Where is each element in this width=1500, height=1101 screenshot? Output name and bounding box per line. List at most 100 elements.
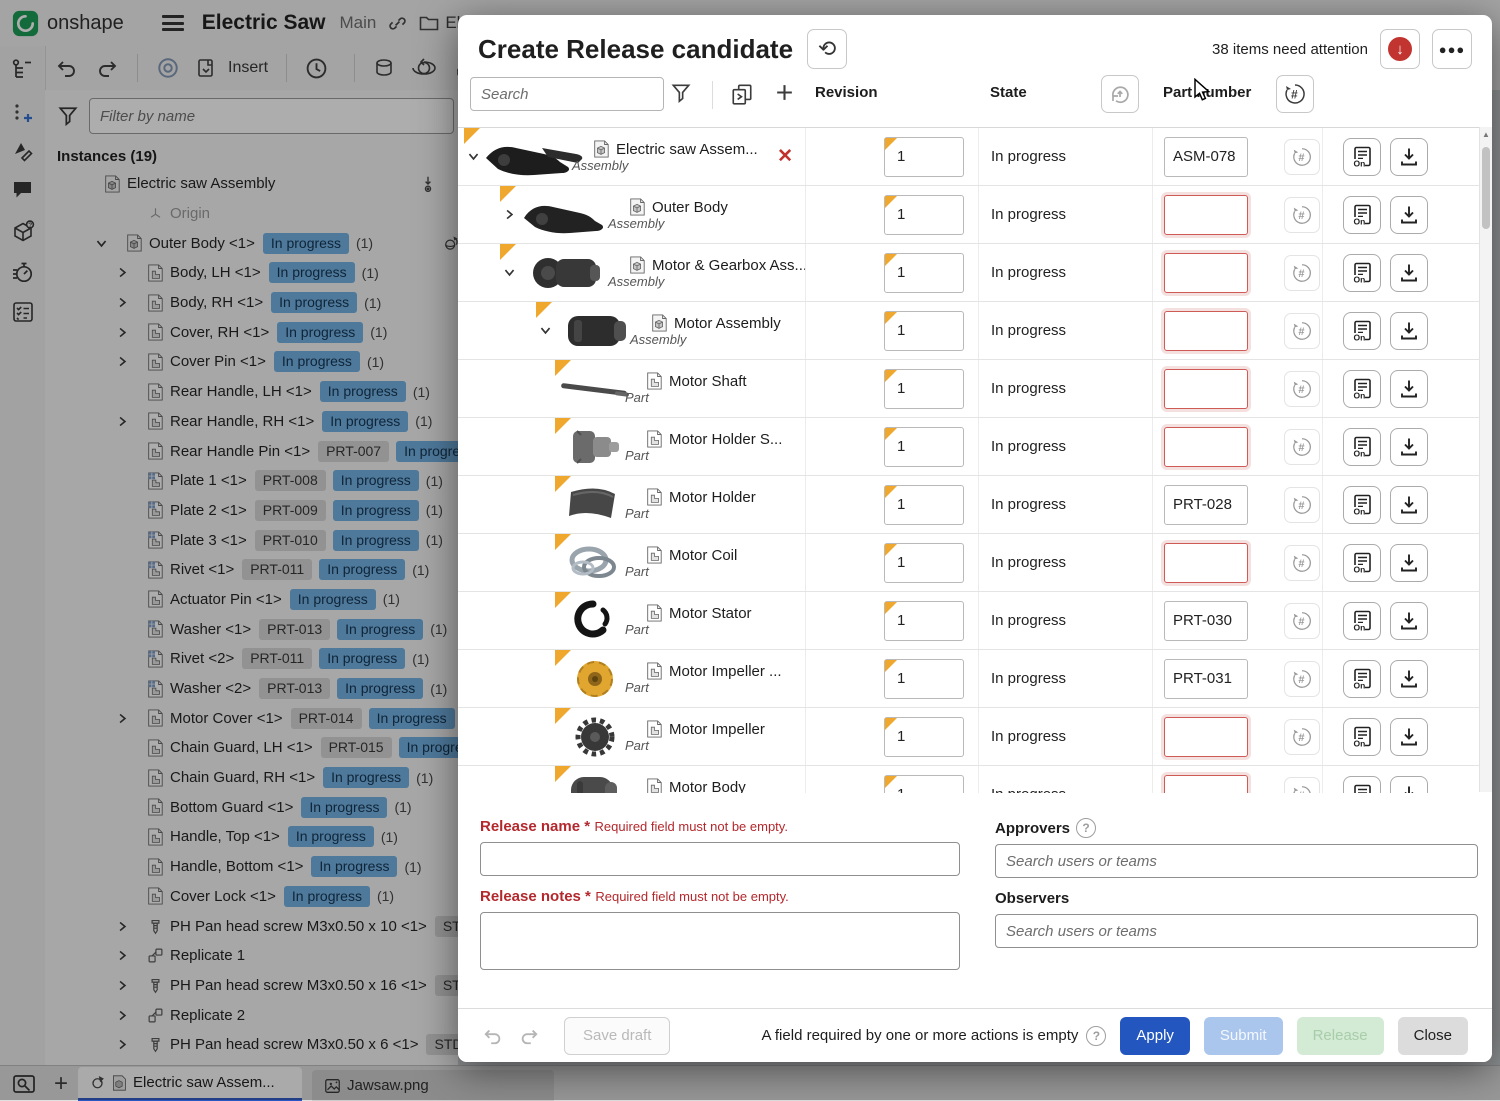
- export-icon[interactable]: [1390, 544, 1428, 582]
- row-expand-icon[interactable]: [464, 150, 482, 163]
- export-icon[interactable]: [1390, 718, 1428, 756]
- release-row[interactable]: Motor ImpellerPart1In progress#On: [458, 708, 1492, 766]
- more-options-icon[interactable]: ●●●: [1432, 29, 1472, 69]
- properties-icon[interactable]: On: [1343, 138, 1381, 176]
- part-number-input[interactable]: [1164, 543, 1248, 583]
- export-icon[interactable]: [1390, 312, 1428, 350]
- revision-input[interactable]: 1: [884, 369, 964, 409]
- revision-input[interactable]: 1: [884, 137, 964, 177]
- export-icon[interactable]: [1390, 370, 1428, 408]
- scrollbar-thumb[interactable]: [1482, 147, 1490, 229]
- properties-icon[interactable]: On: [1343, 196, 1381, 234]
- table-scrollbar[interactable]: ▲: [1479, 127, 1492, 792]
- release-row[interactable]: Electric saw Assem...Assembly✕1In progre…: [458, 128, 1492, 186]
- apply-button[interactable]: Apply: [1120, 1017, 1190, 1055]
- properties-icon[interactable]: On: [1343, 544, 1381, 582]
- autonumber-icon[interactable]: #: [1284, 197, 1320, 233]
- error-jump-button[interactable]: ↓: [1380, 29, 1420, 69]
- autonumber-all-icon[interactable]: #: [1276, 75, 1314, 113]
- revision-input[interactable]: 1: [884, 485, 964, 525]
- refresh-candidates-icon[interactable]: ⟲: [807, 29, 847, 69]
- release-name-input[interactable]: [480, 842, 960, 876]
- approvers-help-icon[interactable]: ?: [1076, 818, 1096, 838]
- properties-icon[interactable]: On: [1343, 428, 1381, 466]
- row-expand-icon[interactable]: [500, 266, 518, 279]
- table-filter-icon[interactable]: [670, 82, 692, 104]
- part-number-input[interactable]: [1164, 427, 1248, 467]
- properties-icon[interactable]: On: [1343, 602, 1381, 640]
- submit-button[interactable]: Submit: [1204, 1017, 1283, 1055]
- autonumber-icon[interactable]: #: [1284, 777, 1320, 794]
- release-row[interactable]: Motor AssemblyAssembly1In progress#On: [458, 302, 1492, 360]
- autonumber-icon[interactable]: #: [1284, 661, 1320, 697]
- release-row[interactable]: Motor & Gearbox Ass...Assembly1In progre…: [458, 244, 1492, 302]
- properties-icon[interactable]: On: [1343, 370, 1381, 408]
- row-expand-icon[interactable]: [536, 324, 554, 337]
- properties-icon[interactable]: On: [1343, 718, 1381, 756]
- state-refresh-icon[interactable]: [1101, 75, 1139, 113]
- part-number-input[interactable]: PRT-031: [1164, 659, 1248, 699]
- release-row[interactable]: Motor CoilPart1In progress#On: [458, 534, 1492, 592]
- properties-icon[interactable]: On: [1343, 776, 1381, 794]
- part-number-input[interactable]: PRT-030: [1164, 601, 1248, 641]
- footer-undo-icon[interactable]: [482, 1026, 504, 1046]
- autonumber-icon[interactable]: #: [1284, 371, 1320, 407]
- release-row[interactable]: Motor Holder S...Part1In progress#On: [458, 418, 1492, 476]
- revision-input[interactable]: 1: [884, 659, 964, 699]
- properties-icon[interactable]: On: [1343, 254, 1381, 292]
- approvers-input[interactable]: [995, 844, 1478, 878]
- part-number-input[interactable]: PRT-028: [1164, 485, 1248, 525]
- release-button[interactable]: Release: [1297, 1017, 1384, 1055]
- status-help-icon[interactable]: ?: [1086, 1026, 1106, 1046]
- part-number-input[interactable]: [1164, 717, 1248, 757]
- autonumber-icon[interactable]: #: [1284, 487, 1320, 523]
- revision-input[interactable]: 1: [884, 543, 964, 583]
- save-draft-button[interactable]: Save draft: [564, 1017, 670, 1055]
- export-icon[interactable]: [1390, 776, 1428, 794]
- autonumber-icon[interactable]: #: [1284, 603, 1320, 639]
- revision-input[interactable]: 1: [884, 717, 964, 757]
- properties-icon[interactable]: On: [1343, 660, 1381, 698]
- export-icon[interactable]: [1390, 486, 1428, 524]
- autonumber-icon[interactable]: #: [1284, 719, 1320, 755]
- autonumber-icon[interactable]: #: [1284, 313, 1320, 349]
- release-row[interactable]: Motor ShaftPart1In progress#On: [458, 360, 1492, 418]
- part-number-input[interactable]: [1164, 195, 1248, 235]
- release-row[interactable]: Motor StatorPart1In progressPRT-030#On: [458, 592, 1492, 650]
- row-expand-icon[interactable]: [500, 208, 518, 221]
- autonumber-icon[interactable]: #: [1284, 545, 1320, 581]
- part-number-input[interactable]: [1164, 775, 1248, 794]
- release-row[interactable]: Motor HolderPart1In progressPRT-028#On: [458, 476, 1492, 534]
- release-row[interactable]: Outer BodyAssembly1In progress#On: [458, 186, 1492, 244]
- remove-item-icon[interactable]: ✕: [777, 145, 793, 168]
- revision-input[interactable]: 1: [884, 253, 964, 293]
- collapse-duplicates-icon[interactable]: [730, 82, 754, 106]
- autonumber-icon[interactable]: #: [1284, 255, 1320, 291]
- footer-redo-icon[interactable]: [518, 1026, 540, 1046]
- revision-input[interactable]: 1: [884, 601, 964, 641]
- properties-icon[interactable]: On: [1343, 486, 1381, 524]
- export-icon[interactable]: [1390, 602, 1428, 640]
- export-icon[interactable]: [1390, 196, 1428, 234]
- autonumber-icon[interactable]: #: [1284, 429, 1320, 465]
- revision-input[interactable]: 1: [884, 775, 964, 794]
- export-icon[interactable]: [1390, 428, 1428, 466]
- add-item-icon[interactable]: [774, 82, 795, 103]
- dialog-search-input[interactable]: [470, 77, 664, 111]
- revision-input[interactable]: 1: [884, 195, 964, 235]
- part-number-input[interactable]: [1164, 369, 1248, 409]
- release-row[interactable]: Motor Impeller ...Part1In progressPRT-03…: [458, 650, 1492, 708]
- part-number-input[interactable]: [1164, 311, 1248, 351]
- release-notes-input[interactable]: [480, 912, 960, 970]
- close-button[interactable]: Close: [1398, 1017, 1468, 1055]
- export-icon[interactable]: [1390, 138, 1428, 176]
- part-number-input[interactable]: ASM-078: [1164, 137, 1248, 177]
- export-icon[interactable]: [1390, 254, 1428, 292]
- revision-input[interactable]: 1: [884, 311, 964, 351]
- revision-input[interactable]: 1: [884, 427, 964, 467]
- part-number-input[interactable]: [1164, 253, 1248, 293]
- autonumber-icon[interactable]: #: [1284, 139, 1320, 175]
- release-row[interactable]: Motor BodyPart1In progress#On: [458, 766, 1492, 793]
- export-icon[interactable]: [1390, 660, 1428, 698]
- properties-icon[interactable]: On: [1343, 312, 1381, 350]
